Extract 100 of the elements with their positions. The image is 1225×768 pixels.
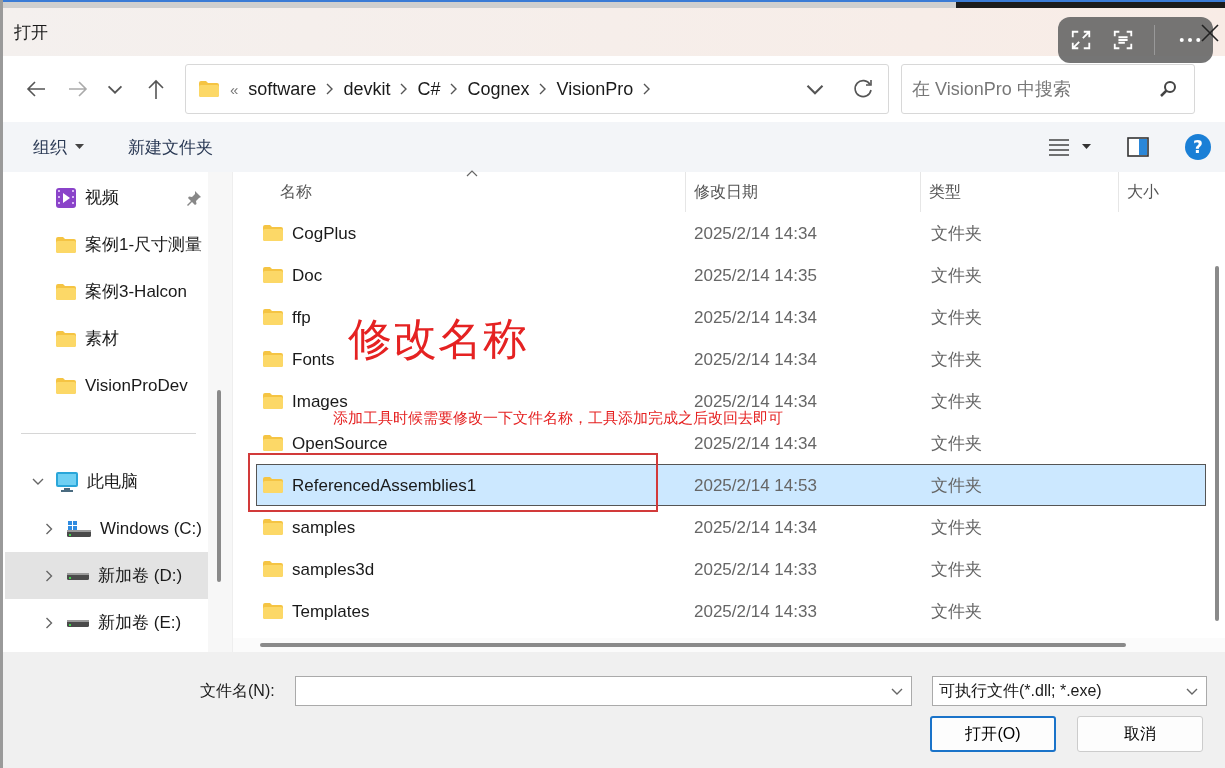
collapse-icon[interactable] xyxy=(31,478,45,485)
view-options-icon[interactable] xyxy=(1048,138,1070,156)
preview-pane-icon[interactable] xyxy=(1127,137,1149,157)
window-title: 打开 xyxy=(14,21,48,44)
folder-icon xyxy=(55,376,77,395)
date-text: 2025/2/14 14:34 xyxy=(694,350,817,368)
refresh-icon[interactable] xyxy=(852,78,874,100)
filename-field[interactable] xyxy=(295,676,912,706)
breadcrumb-item[interactable]: devkit xyxy=(343,78,391,100)
fullscreen-icon[interactable] xyxy=(1070,28,1093,52)
column-header[interactable]: 名称 xyxy=(256,172,685,212)
drive-icon xyxy=(66,617,90,628)
sidebar-item[interactable]: 视频 xyxy=(5,174,209,221)
scrollbar-thumb[interactable] xyxy=(217,390,222,582)
annotation-note: 添加工具时候需要修改一下文件名称，工具添加完成之后改回去即可 xyxy=(333,410,783,425)
sidebar-item[interactable]: 此电脑 xyxy=(5,458,209,505)
type-text: 文件夹 xyxy=(931,266,982,284)
date-text: 2025/2/14 14:33 xyxy=(694,602,817,620)
open-button[interactable]: 打开(O) xyxy=(930,716,1056,752)
chevron-icon xyxy=(450,83,458,95)
chevron-icon xyxy=(643,83,651,95)
folder-icon xyxy=(55,235,77,254)
date-text: 2025/2/14 14:34 xyxy=(694,308,817,326)
column-header[interactable]: 大小 xyxy=(1118,172,1206,212)
search-icon xyxy=(1159,80,1177,98)
folder-icon xyxy=(262,602,284,620)
date-text: 2025/2/14 14:34 xyxy=(694,518,817,536)
breadcrumb-item[interactable]: C# xyxy=(417,78,441,100)
sidebar-item[interactable]: VisionProDev xyxy=(5,362,209,409)
folder-icon xyxy=(55,329,77,348)
sidebar-item[interactable]: 素材 xyxy=(5,315,209,362)
file-name[interactable]: samples xyxy=(292,518,356,536)
date-text: 2025/2/14 14:53 xyxy=(694,476,817,494)
folder-icon xyxy=(262,476,284,494)
type-text: 文件夹 xyxy=(931,434,982,452)
sidebar-item[interactable]: Windows (C:) xyxy=(5,505,209,552)
folder-icon xyxy=(55,282,77,301)
sidebar-item[interactable]: 新加卷 (E:) xyxy=(5,599,209,646)
breadcrumb-item[interactable]: Cognex xyxy=(467,78,530,100)
filename-label: 文件名(N): xyxy=(200,680,276,701)
dropdown-icon xyxy=(1186,687,1198,695)
file-name[interactable]: CogPlus xyxy=(292,224,357,242)
scrollbar-thumb[interactable] xyxy=(1215,266,1219,621)
sidebar-item[interactable]: 案例3-Halcon xyxy=(5,268,209,315)
breadcrumb-item[interactable]: VisionPro xyxy=(556,78,634,100)
file-name[interactable]: ReferencedAssemblies1 xyxy=(292,476,477,494)
recent-locations-icon[interactable] xyxy=(107,84,123,94)
caret-icon[interactable] xyxy=(1082,144,1091,150)
more-icon[interactable] xyxy=(1179,37,1201,43)
folder-icon xyxy=(262,434,284,452)
file-name[interactable]: Images xyxy=(292,392,348,410)
sidebar-item[interactable]: 案例1-尺寸测量 xyxy=(5,221,209,268)
type-text: 文件夹 xyxy=(931,560,982,578)
file-name[interactable]: Fonts xyxy=(292,350,335,368)
search-field[interactable]: 在 VisionPro 中搜索 xyxy=(901,64,1195,114)
chevron-icon xyxy=(400,83,408,95)
computer-icon xyxy=(55,470,79,493)
folder-icon xyxy=(262,560,284,578)
scrollbar-thumb[interactable] xyxy=(260,643,1126,647)
column-header[interactable]: 修改日期 xyxy=(685,172,920,212)
date-text: 2025/2/14 14:35 xyxy=(694,266,817,284)
type-text: 文件夹 xyxy=(931,308,982,326)
dropdown-icon xyxy=(891,687,903,695)
type-text: 文件夹 xyxy=(931,350,982,368)
folder-icon xyxy=(262,266,284,284)
scan-text-icon[interactable] xyxy=(1112,28,1135,52)
dropdown-icon xyxy=(806,83,824,95)
date-text: 2025/2/14 14:34 xyxy=(694,224,817,242)
folder-icon xyxy=(262,350,284,368)
selected-row-highlight[interactable]: ReferencedAssemblies1 2025/2/14 14:53 文件夹 xyxy=(256,464,1206,506)
type-text: 文件夹 xyxy=(931,476,982,494)
breadcrumb-overflow[interactable]: « xyxy=(230,80,239,98)
address-bar[interactable]: « software devkit C# Cognex VisionPro xyxy=(185,64,889,114)
help-button[interactable]: ? xyxy=(1185,134,1211,160)
folder-icon xyxy=(262,392,284,410)
file-name[interactable]: Templates xyxy=(292,602,370,620)
breadcrumb-item[interactable]: software xyxy=(248,78,317,100)
type-text: 文件夹 xyxy=(931,224,982,242)
cancel-button[interactable]: 取消 xyxy=(1077,716,1203,752)
type-text: 文件夹 xyxy=(931,518,982,536)
sidebar-item[interactable]: 新加卷 (D:) xyxy=(5,552,209,599)
file-name[interactable]: ffp xyxy=(292,308,311,326)
date-text: 2025/2/14 14:34 xyxy=(694,434,817,452)
type-text: 文件夹 xyxy=(931,392,982,410)
drive-icon xyxy=(66,570,90,581)
file-name[interactable]: Doc xyxy=(292,266,323,284)
column-header[interactable]: 类型 xyxy=(920,172,1118,212)
annotation-heading: 修改名称 xyxy=(348,313,528,365)
caret-icon xyxy=(75,144,84,150)
file-name[interactable]: OpenSource xyxy=(292,434,388,452)
chevron-icon xyxy=(326,83,334,95)
type-text: 文件夹 xyxy=(931,602,982,620)
folder-icon xyxy=(262,308,284,326)
date-text: 2025/2/14 14:34 xyxy=(694,392,817,410)
date-text: 2025/2/14 14:33 xyxy=(694,560,817,578)
close-icon[interactable] xyxy=(1201,24,1219,42)
new-folder-button[interactable]: 新建文件夹 xyxy=(120,129,221,165)
file-name[interactable]: samples3d xyxy=(292,560,375,578)
file-type-dropdown[interactable]: 可执行文件(*.dll; *.exe) xyxy=(932,676,1207,706)
organize-menu[interactable]: 组织 xyxy=(25,129,92,165)
